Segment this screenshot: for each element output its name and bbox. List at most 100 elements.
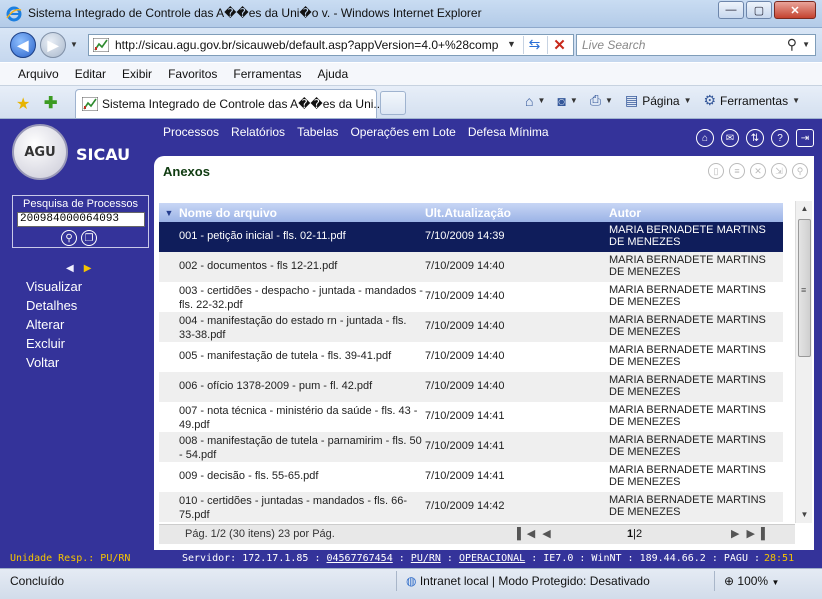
search-input[interactable]: Live Search ⚲ ▼ <box>576 34 816 56</box>
mail-icon[interactable]: ✉ <box>721 129 739 147</box>
table-row[interactable]: 001 - petição inicial - fls. 02-11.pdf 7/… <box>159 222 783 252</box>
next-arrow-icon[interactable]: ▶ <box>84 263 92 274</box>
cell-filename[interactable]: 005 - manifestação de tutela - fls. 39-4… <box>179 342 425 368</box>
nav-processos[interactable]: Processos <box>163 125 219 139</box>
menu-favoritos[interactable]: Favoritos <box>168 67 217 81</box>
print-icon[interactable]: ⎙ <box>590 92 601 109</box>
refresh-icon[interactable]: ⇆ <box>523 36 545 54</box>
table-row[interactable]: 009 - decisão - fls. 55-65.pdf 7/10/2009 … <box>159 462 783 492</box>
server-mode[interactable]: OPERACIONAL <box>459 553 525 564</box>
sicau-app: AGU SICAU Pesquisa de Processos 20098400… <box>0 119 822 568</box>
pager: Pág. 1/2 (30 itens) 23 por Pág. ▌◀ ◀ 1|2… <box>159 524 795 544</box>
home-dropdown-icon[interactable]: ▼ <box>538 96 546 105</box>
table-row[interactable]: 005 - manifestação de tutela - fls. 39-4… <box>159 342 783 372</box>
tools-menu-button[interactable]: Ferramentas <box>720 94 788 108</box>
previous-arrow-icon[interactable]: ◀ <box>66 263 74 274</box>
nav-relatorios[interactable]: Relatórios <box>231 125 285 139</box>
table-row[interactable]: 006 - ofício 1378-2009 - pum - fl. 42.pd… <box>159 372 783 402</box>
forward-button[interactable]: ▶ <box>40 32 66 58</box>
favorites-star-icon[interactable]: ★ <box>16 94 30 114</box>
pager-next-last-icon[interactable]: ▶ ▶▐ <box>731 527 767 540</box>
help-icon[interactable]: ? <box>771 129 789 147</box>
scroll-down-icon[interactable]: ▼ <box>796 507 813 523</box>
maximize-button[interactable]: ▢ <box>746 1 772 19</box>
tools-dropdown-icon[interactable]: ▼ <box>792 96 800 105</box>
cell-filename[interactable]: 010 - certidões - juntadas - mandados - … <box>179 492 425 522</box>
action-excluir[interactable]: Excluir <box>26 336 82 352</box>
pager-other-page[interactable]: |2 <box>633 528 642 540</box>
server-user[interactable]: 04567767454 <box>327 553 393 564</box>
table-row[interactable]: 003 - certidões - despacho - juntada - m… <box>159 282 783 312</box>
action-detalhes[interactable]: Detalhes <box>26 298 82 314</box>
table-row[interactable]: 008 - manifestação de tutela - parnamiri… <box>159 432 783 462</box>
feeds-icon[interactable]: ◙ <box>557 93 565 109</box>
zoom-dropdown-icon[interactable]: ▼ <box>771 578 779 587</box>
delete-icon[interactable]: ✕ <box>750 163 766 179</box>
table-row[interactable]: 007 - nota técnica - ministério da saúde… <box>159 402 783 432</box>
address-dropdown-icon[interactable]: ▼ <box>507 39 516 49</box>
new-tab-button[interactable] <box>380 91 406 115</box>
sort-arrow-icon[interactable]: ▼ <box>159 208 179 218</box>
new-document-icon[interactable]: ▯ <box>708 163 724 179</box>
pager-first-prev-icon[interactable]: ▌◀ ◀ <box>517 527 553 540</box>
action-visualizar[interactable]: Visualizar <box>26 279 82 295</box>
cell-filename[interactable]: 006 - ofício 1378-2009 - pum - fl. 42.pd… <box>179 372 425 398</box>
history-dropdown-icon[interactable]: ▼ <box>70 40 78 49</box>
tab-sicau[interactable]: Sistema Integrado de Controle das A��es … <box>75 89 383 118</box>
menu-ferramentas[interactable]: Ferramentas <box>233 67 301 81</box>
search-process-button[interactable]: ⚲ <box>61 230 77 246</box>
pager-pages[interactable]: 1|2 <box>627 528 642 540</box>
cell-filename[interactable]: 008 - manifestação de tutela - parnamiri… <box>179 432 425 462</box>
copy-process-button[interactable]: ❐ <box>81 230 97 246</box>
print-dropdown-icon[interactable]: ▼ <box>605 96 613 105</box>
scroll-up-icon[interactable]: ▲ <box>796 201 813 217</box>
cell-updated: 7/10/2009 14:42 <box>425 500 505 512</box>
cell-filename[interactable]: 002 - documentos - fls 12-21.pdf <box>179 252 425 278</box>
menu-editar[interactable]: Editar <box>75 67 106 81</box>
search-grid-icon[interactable]: ⚲ <box>792 163 808 179</box>
process-number-input[interactable]: 200984000064093 <box>17 212 145 227</box>
menu-ajuda[interactable]: Ajuda <box>317 67 348 81</box>
cell-filename[interactable]: 009 - decisão - fls. 55-65.pdf <box>179 462 425 488</box>
vertical-scrollbar[interactable]: ▲ ≡ ▼ <box>795 201 812 523</box>
table-row[interactable]: 004 - manifestação do estado rn - juntad… <box>159 312 783 342</box>
add-favorite-icon[interactable]: ✚ <box>44 93 57 113</box>
sync-icon[interactable]: ⇅ <box>746 129 764 147</box>
column-header-author[interactable]: Autor <box>609 206 783 220</box>
cell-updated: 7/10/2009 14:41 <box>425 470 505 482</box>
page-menu-button[interactable]: Página <box>642 94 679 108</box>
address-field[interactable]: http://sicau.agu.gov.br/sicauweb/default… <box>88 34 574 56</box>
list-icon[interactable]: ≡ <box>729 163 745 179</box>
home-icon[interactable]: ⌂ <box>696 129 714 147</box>
cell-filename[interactable]: 003 - certidões - despacho - juntada - m… <box>179 282 425 312</box>
column-header-filename[interactable]: Nome do arquivo <box>179 206 425 220</box>
column-header-updated[interactable]: Ult.Atualização <box>425 206 609 220</box>
action-voltar[interactable]: Voltar <box>26 355 82 371</box>
feeds-dropdown-icon[interactable]: ▼ <box>570 96 578 105</box>
exit-icon[interactable]: ⇥ <box>796 129 814 147</box>
back-button[interactable]: ◀ <box>10 32 36 58</box>
action-alterar[interactable]: Alterar <box>26 317 82 333</box>
close-button[interactable]: ✕ <box>774 1 816 19</box>
table-row[interactable]: 002 - documentos - fls 12-21.pdf 7/10/200… <box>159 252 783 282</box>
menu-arquivo[interactable]: Arquivo <box>18 67 59 81</box>
tab-label: Sistema Integrado de Controle das A��es … <box>102 97 384 111</box>
cell-filename[interactable]: 004 - manifestação do estado rn - juntad… <box>179 312 425 342</box>
nav-defesa-minima[interactable]: Defesa Mínima <box>468 125 549 139</box>
server-unit[interactable]: PU/RN <box>411 553 441 564</box>
search-icon[interactable]: ⚲ <box>787 36 797 53</box>
page-dropdown-icon[interactable]: ▼ <box>684 96 692 105</box>
table-row[interactable]: 010 - certidões - juntadas - mandados - … <box>159 492 783 522</box>
nav-operacoes-em-lote[interactable]: Operações em Lote <box>350 125 455 139</box>
cell-filename[interactable]: 001 - petição inicial - fls. 02-11.pdf <box>179 222 425 248</box>
nav-tabelas[interactable]: Tabelas <box>297 125 338 139</box>
stop-icon[interactable]: ✕ <box>547 36 571 54</box>
zoom-control[interactable]: ⊕ 100% ▼ <box>724 574 779 588</box>
export-icon[interactable]: ⇲ <box>771 163 787 179</box>
search-dropdown-icon[interactable]: ▼ <box>802 40 810 49</box>
minimize-button[interactable]: — <box>718 1 744 19</box>
security-zone[interactable]: ◍ Intranet local | Modo Protegido: Desat… <box>406 574 650 588</box>
cell-filename[interactable]: 007 - nota técnica - ministério da saúde… <box>179 402 425 432</box>
home-icon[interactable]: ⌂ <box>525 93 533 109</box>
menu-exibir[interactable]: Exibir <box>122 67 152 81</box>
